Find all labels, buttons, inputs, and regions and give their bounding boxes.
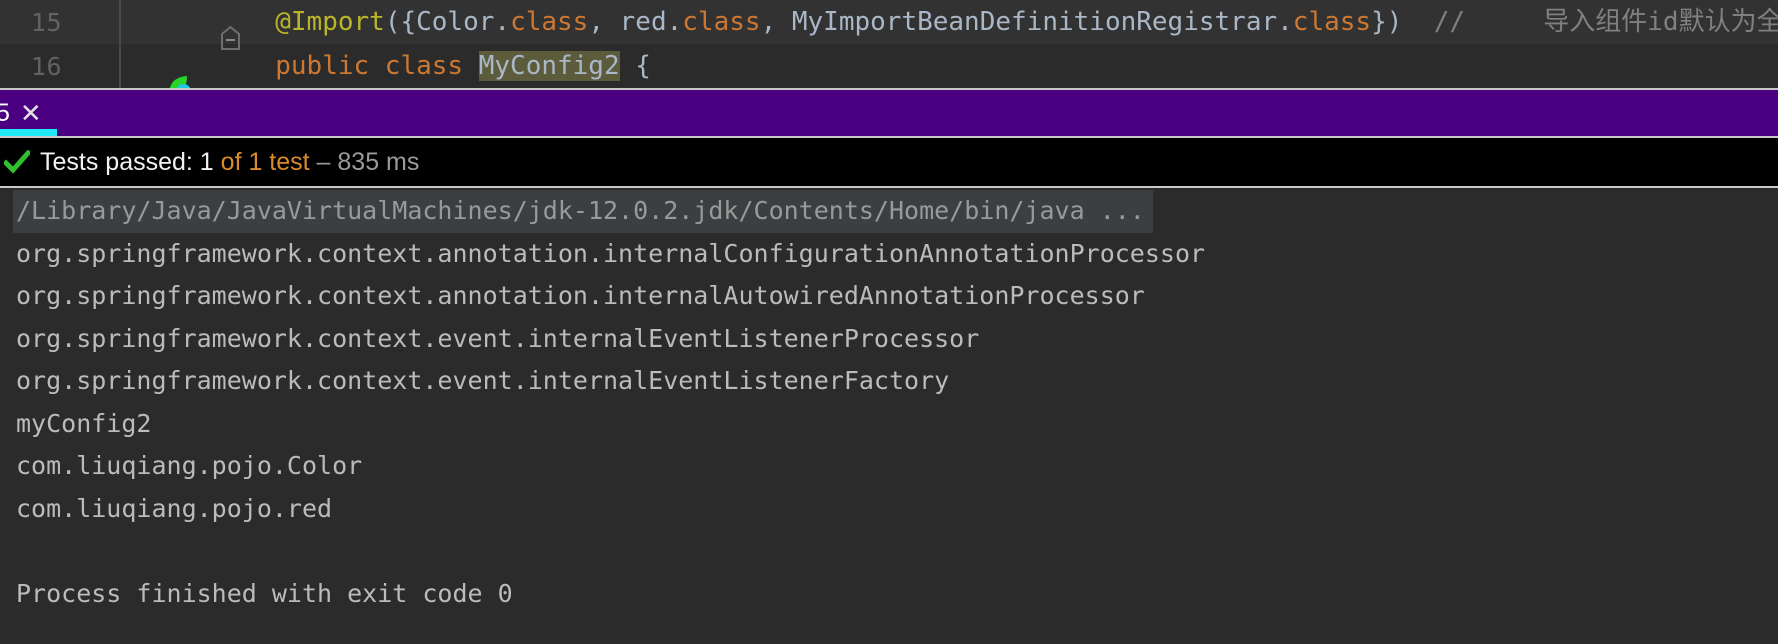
token-punct: , [760,7,792,37]
console-line: com.liuqiang.pojo.red [16,493,333,523]
test-status-bar: Tests passed: 1 of 1 test – 835 ms [0,138,1778,188]
token-comment: // 导入组件id默认为全类名 [1433,7,1778,37]
run-test-gutter-icon[interactable]: C [68,53,191,88]
tab-active-underline [0,129,57,136]
console-command-line: /Library/Java/JavaVirtualMachines/jdk-12… [0,190,1153,233]
run-tool-window-tabbar[interactable]: 5 ✕ [0,88,1778,138]
console-line: org.springframework.context.event.intern… [16,366,950,395]
line-number: 16 [30,51,62,81]
console-output[interactable]: /Library/Java/JavaVirtualMachines/jdk-12… [0,190,1778,644]
token-punct: . [666,7,683,37]
code-line-16[interactable]: 16 C public class MyConfig2 { [0,44,1778,88]
token-highlighted-identifier: MyConfig2 [478,51,620,81]
editor-gutter[interactable]: 15 [0,0,241,50]
token-keyword: class [682,7,761,37]
console-left-stripe [0,190,13,233]
console-exit-line: Process finished with exit code 0 [16,578,513,608]
close-icon[interactable]: ✕ [20,100,42,126]
line-number: 15 [30,7,62,37]
token-punct: { [619,51,651,81]
tests-passed-label: Tests passed: 1 [40,147,214,176]
console-line: myConfig2 [16,408,152,438]
gutter-divider [119,44,121,88]
code-editor[interactable]: 15 @Import({Color.class, red.class, MyIm… [0,0,1778,88]
console-line: org.springframework.context.annotation.i… [16,238,1206,268]
ide-screen: 15 @Import({Color.class, red.class, MyIm… [0,0,1778,644]
console-line: org.springframework.context.event.intern… [16,323,980,353]
console-command-row: /Library/Java/JavaVirtualMachines/jdk-12… [0,190,1778,233]
test-duration-label: – 835 ms [309,147,420,176]
token-punct: . [1277,7,1293,37]
token-keyword: public class [275,51,479,81]
green-check-icon [2,149,32,174]
console-line: org.springframework.context.annotation.i… [16,281,1145,310]
token-identifier: MyImportBeanDefinitionRegistrar [791,7,1278,37]
token-keyword: class [1292,7,1372,37]
token-punct: }) [1371,7,1403,37]
tab-label: 5 [0,99,10,128]
console-line: com.liuqiang.pojo.Color [16,451,363,480]
test-count-label: of 1 test [213,147,310,176]
editor-gutter[interactable]: 16 C [0,44,191,88]
code-line-content: public class MyConfig2 { [120,0,651,88]
